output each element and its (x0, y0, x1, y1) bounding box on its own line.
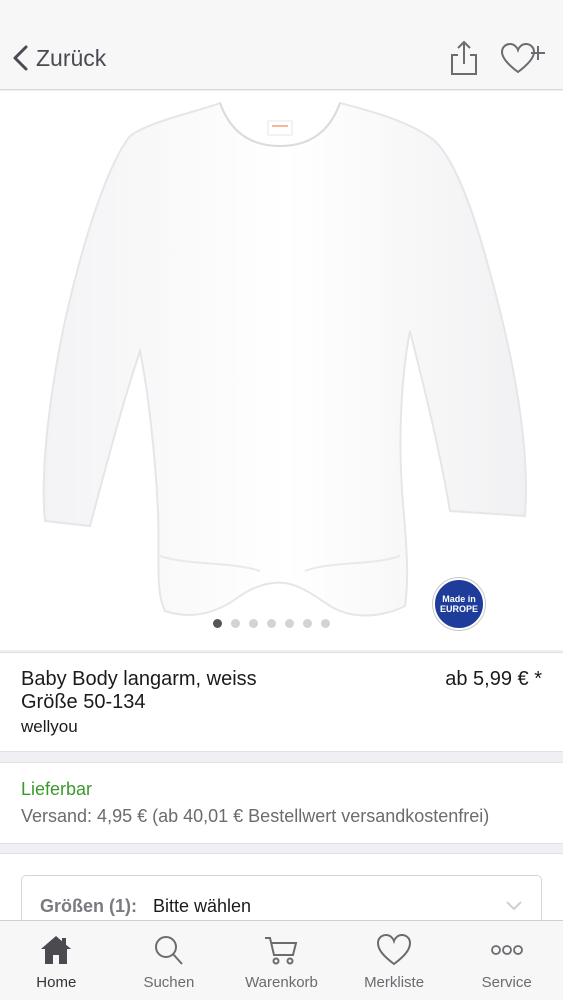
availability-status: Lieferbar (21, 779, 93, 799)
chevron-left-icon (13, 45, 28, 71)
product-brand[interactable]: wellyou (21, 717, 78, 737)
product-size-range: Größe 50-134 (21, 691, 146, 713)
product-price: ab 5,99 € * (445, 668, 542, 690)
cart-icon (265, 937, 298, 965)
tab-cart-label: Warenkorb (245, 974, 318, 991)
size-selector-value: Bitte wählen (153, 896, 252, 916)
tab-bar: Home Suchen Warenkorb Merkliste Service (0, 920, 563, 1000)
page-dot[interactable] (213, 619, 222, 628)
page-dot[interactable] (321, 619, 330, 628)
tab-search[interactable]: Suchen (113, 921, 226, 1000)
page-dot[interactable] (231, 619, 240, 628)
page-dot[interactable] (267, 619, 276, 628)
tab-service-label: Service (481, 974, 532, 991)
chevron-down-icon (506, 901, 522, 911)
search-icon (154, 936, 183, 965)
availability-section: Lieferbar Versand: 4,95 € (ab 40,01 € Be… (0, 762, 563, 844)
back-button[interactable]: Zurück (10, 40, 106, 76)
home-icon (41, 936, 72, 964)
tab-search-label: Suchen (143, 974, 195, 991)
back-label: Zurück (36, 44, 107, 71)
tab-home[interactable]: Home (0, 921, 113, 1000)
size-selector-label: Größen (1): (40, 896, 137, 916)
page-dot[interactable] (249, 619, 258, 628)
heart-icon (377, 933, 412, 966)
product-image-gallery[interactable]: Made in EUROPE (0, 91, 563, 650)
add-to-wishlist-icon[interactable] (500, 42, 546, 76)
product-image (42, 101, 527, 617)
tab-cart[interactable]: Warenkorb (225, 921, 338, 1000)
tab-home-label: Home (36, 974, 77, 991)
more-icon (490, 945, 523, 955)
shipping-info: Versand: 4,95 € (ab 40,01 € Bestellwert … (21, 806, 490, 826)
product-name: Baby Body langarm, weiss (21, 668, 257, 690)
options-section: Größen (1): Bitte wählen (0, 853, 563, 935)
badge-line-2: EUROPE (439, 604, 478, 614)
page-dot[interactable] (303, 619, 312, 628)
share-icon[interactable] (449, 40, 479, 76)
product-title: Baby Body langarm, weiss Größe 50-134 (21, 668, 381, 714)
navigation-bar: Zurück (0, 0, 563, 90)
tab-service[interactable]: Service (450, 921, 563, 1000)
badge-line-1: Made in (442, 594, 476, 604)
page-dot[interactable] (285, 619, 294, 628)
tab-wishlist[interactable]: Merkliste (338, 921, 451, 1000)
tab-wishlist-label: Merkliste (364, 974, 425, 991)
gallery-page-indicator[interactable] (0, 619, 563, 628)
product-info: Baby Body langarm, weiss Größe 50-134 we… (0, 652, 563, 752)
